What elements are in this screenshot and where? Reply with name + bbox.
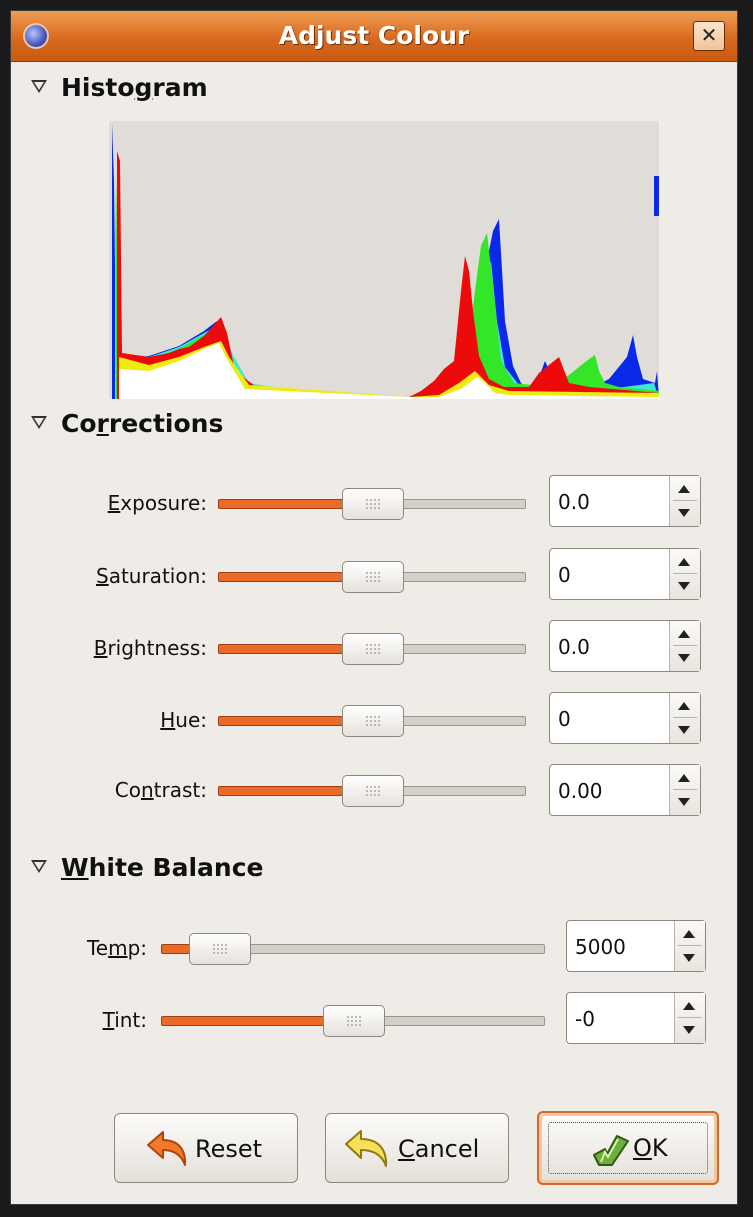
spin-up-icon[interactable] xyxy=(683,1002,695,1010)
exposure-label: Exposure: xyxy=(107,491,207,515)
hue-slider-handle[interactable] xyxy=(342,705,404,737)
corrections-expander[interactable]: Corrections xyxy=(31,409,223,438)
title-bar[interactable]: Adjust Colour ✕ xyxy=(11,11,737,62)
contrast-label: Contrast: xyxy=(114,778,207,802)
spin-down-icon[interactable] xyxy=(678,509,690,517)
hue-slider[interactable] xyxy=(218,704,526,738)
temp-spinbox[interactable]: 5000 xyxy=(566,920,706,972)
temp-slider-handle[interactable] xyxy=(189,933,251,965)
white-balance-expander[interactable]: White Balance xyxy=(31,853,264,882)
temp-value[interactable]: 5000 xyxy=(575,935,626,959)
reset-button[interactable]: Reset xyxy=(114,1113,298,1183)
temp-slider[interactable] xyxy=(161,932,545,966)
exposure-value[interactable]: 0.0 xyxy=(558,490,590,514)
spin-up-icon[interactable] xyxy=(678,702,690,710)
expander-triangle-icon xyxy=(31,416,47,429)
tint-slider-handle[interactable] xyxy=(323,1005,385,1037)
saturation-label: Saturation: xyxy=(95,564,207,588)
spin-down-icon[interactable] xyxy=(683,1026,695,1034)
contrast-slider[interactable] xyxy=(218,774,526,808)
tint-slider[interactable] xyxy=(161,1004,545,1038)
ok-check-icon xyxy=(593,1135,629,1166)
brightness-value[interactable]: 0.0 xyxy=(558,635,590,659)
spin-up-icon[interactable] xyxy=(678,774,690,782)
saturation-spinbox[interactable]: 0 xyxy=(549,548,701,600)
close-button[interactable]: ✕ xyxy=(693,21,725,51)
exposure-slider[interactable] xyxy=(218,487,526,521)
ok-button[interactable]: OK xyxy=(537,1111,719,1185)
saturation-value[interactable]: 0 xyxy=(558,563,571,587)
histogram-graph xyxy=(109,121,659,399)
window-title: Adjust Colour xyxy=(278,21,470,50)
spin-down-icon[interactable] xyxy=(678,654,690,662)
undo-arrow-icon xyxy=(147,1131,187,1166)
spin-down-icon[interactable] xyxy=(678,798,690,806)
expander-triangle-icon xyxy=(31,80,47,93)
tint-spinbox[interactable]: -0 xyxy=(566,992,706,1044)
spin-down-icon[interactable] xyxy=(683,954,695,962)
close-icon: ✕ xyxy=(700,23,718,47)
spin-down-icon[interactable] xyxy=(678,726,690,734)
exposure-spinbox[interactable]: 0.0 xyxy=(549,475,701,527)
cancel-button[interactable]: Cancel xyxy=(325,1113,509,1183)
spin-up-icon[interactable] xyxy=(678,485,690,493)
expander-triangle-icon xyxy=(31,860,47,873)
adjust-colour-dialog: Adjust Colour ✕ Histogram Corrections Ex… xyxy=(10,10,738,1205)
tint-label: Tint: xyxy=(102,1008,147,1032)
contrast-spinbox[interactable]: 0.00 xyxy=(549,764,701,816)
brightness-spinbox[interactable]: 0.0 xyxy=(549,620,701,672)
spin-up-icon[interactable] xyxy=(678,558,690,566)
spin-down-icon[interactable] xyxy=(678,582,690,590)
spin-up-icon[interactable] xyxy=(678,630,690,638)
saturation-slider-handle[interactable] xyxy=(342,561,404,593)
hue-value[interactable]: 0 xyxy=(558,707,571,731)
hue-spinbox[interactable]: 0 xyxy=(549,692,701,744)
exposure-slider-handle[interactable] xyxy=(342,488,404,520)
contrast-slider-handle[interactable] xyxy=(342,775,404,807)
brightness-label: Brightness: xyxy=(93,636,207,660)
tint-value[interactable]: -0 xyxy=(575,1007,595,1031)
brightness-slider[interactable] xyxy=(218,632,526,666)
brightness-slider-handle[interactable] xyxy=(342,633,404,665)
histogram-expander[interactable]: Histogram xyxy=(31,73,208,102)
contrast-value[interactable]: 0.00 xyxy=(558,779,603,803)
hue-label: Hue: xyxy=(160,708,207,732)
spin-up-icon[interactable] xyxy=(683,930,695,938)
saturation-slider[interactable] xyxy=(218,560,526,594)
temp-label: Temp: xyxy=(86,936,147,960)
cancel-arrow-icon xyxy=(345,1130,388,1167)
